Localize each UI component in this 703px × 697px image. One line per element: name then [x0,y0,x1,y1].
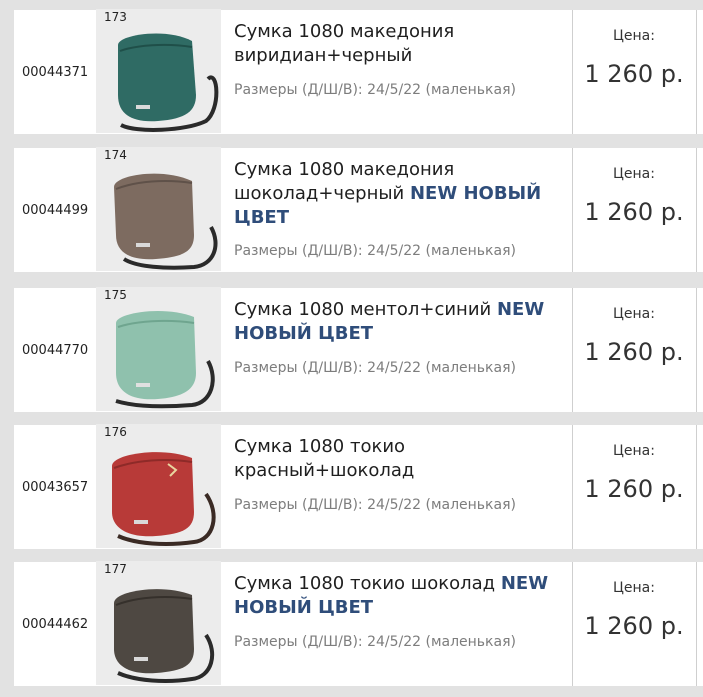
divider [696,562,697,686]
product-title-text: Сумка 1080 македония виридиан+черный [234,21,455,66]
bag-image-icon [114,173,218,270]
bag-image-icon [115,310,215,409]
price-value: 1 260 р. [584,475,684,503]
price-value: 1 260 р. [584,198,684,226]
product-size: Размеры (Д/Ш/В): 24/5/22 (маленькая) [234,82,516,98]
product-code: 00044499 [22,202,89,218]
product-title-text: Сумка 1080 токио шоколад [234,573,501,594]
price-label: Цена: [613,166,655,182]
product-title[interactable]: Сумка 1080 македония шоколад+черный NEW … [234,158,554,230]
product-size: Размеры (Д/Ш/В): 24/5/22 (маленькая) [234,634,516,650]
price-label: Цена: [613,306,655,322]
item-number: 177 [104,562,127,576]
product-image[interactable] [96,424,221,548]
divider [696,10,697,134]
product-code: 00044371 [22,64,89,80]
product-image[interactable] [96,147,221,271]
product-title[interactable]: Сумка 1080 ментол+синий NEW НОВЫЙ ЦВЕТ [234,298,554,346]
list-item[interactable]: 00044770 175 Сумка 1080 ментол+синий NEW… [14,287,703,412]
item-number: 173 [104,10,127,24]
product-code: 00044462 [22,616,89,632]
item-number: 175 [104,288,127,302]
price-label: Цена: [613,443,655,459]
price-value: 1 260 р. [584,612,684,640]
bag-image-icon [118,33,219,132]
product-image[interactable] [96,287,221,411]
list-item[interactable]: 00043657 176 Сумка 1080 токио красный+шо… [14,424,703,549]
product-title[interactable]: Сумка 1080 токио красный+шоколад [234,435,554,483]
divider [696,148,697,272]
item-number: 174 [104,148,127,162]
product-size: Размеры (Д/Ш/В): 24/5/22 (маленькая) [234,360,516,376]
list-item[interactable]: 00044462 177 Сумка 1080 токио шоколад NE… [14,561,703,686]
item-number: 176 [104,425,127,439]
divider [696,425,697,549]
list-item[interactable]: 00044499 174 Сумка 1080 македония шокола… [14,147,703,272]
product-title[interactable]: Сумка 1080 токио шоколад NEW НОВЫЙ ЦВЕТ [234,572,554,620]
product-code: 00043657 [22,479,89,495]
product-image[interactable] [96,9,221,133]
price-label: Цена: [613,28,655,44]
price-value: 1 260 р. [584,60,684,88]
product-code: 00044770 [22,342,89,358]
product-title-text: Сумка 1080 ментол+синий [234,299,497,320]
product-size: Размеры (Д/Ш/В): 24/5/22 (маленькая) [234,497,516,513]
product-title[interactable]: Сумка 1080 македония виридиан+черный [234,20,554,68]
product-title-text: Сумка 1080 токио красный+шоколад [234,436,415,481]
product-size: Размеры (Д/Ш/В): 24/5/22 (маленькая) [234,243,516,259]
bag-image-icon [114,589,215,683]
price-value: 1 260 р. [584,338,684,366]
price-label: Цена: [613,580,655,596]
list-item[interactable]: 00044371 173 Сумка 1080 македония вириди… [14,9,703,134]
divider [696,288,697,412]
bag-image-icon [112,452,216,546]
product-image[interactable] [96,561,221,685]
